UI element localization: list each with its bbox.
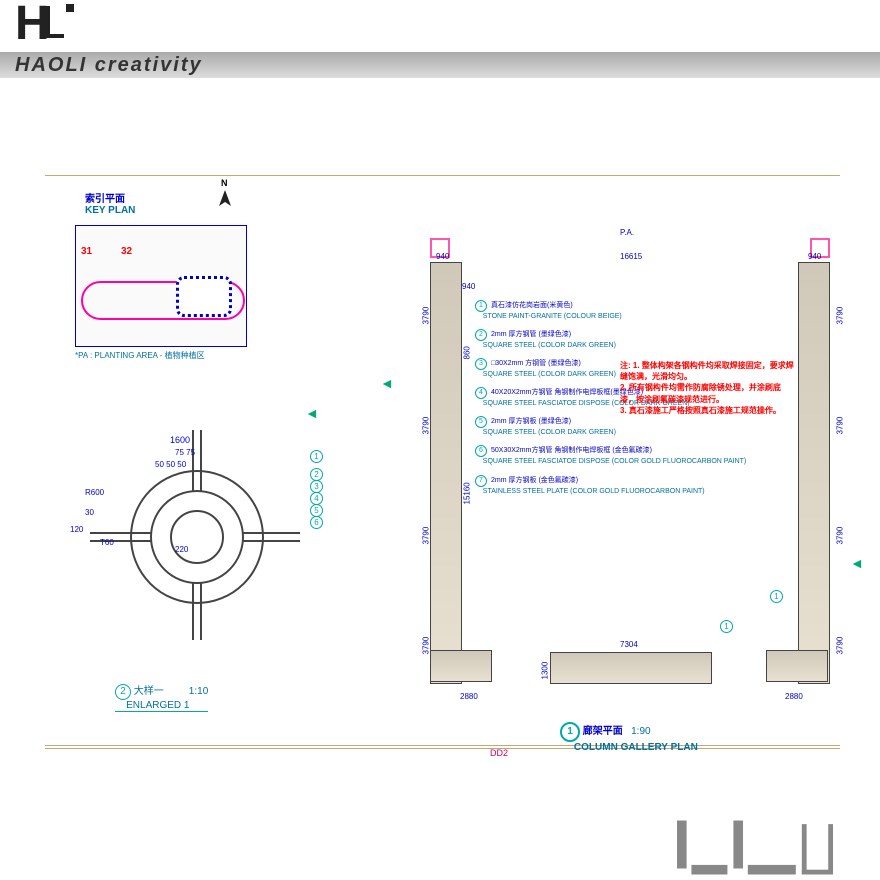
pa-label: *PA : PLANTING AREA - 植物种植区 <box>75 350 205 361</box>
dim-3790: 3790 <box>836 307 845 325</box>
keyplan-map: 31 32 <box>75 225 247 347</box>
dim-1600: 1600 <box>170 435 190 445</box>
column-gallery-plan: P.A. 940 16615 940 940 3790 860 3790 151… <box>420 220 835 720</box>
dim-16615: 16615 <box>620 252 642 261</box>
dim-15160: 15160 <box>463 482 472 504</box>
kp-focus-rect <box>176 276 232 317</box>
section-arrow-icon: ◄ <box>850 555 864 571</box>
dim-3790: 3790 <box>422 417 431 435</box>
dim-3790: 3790 <box>422 637 431 655</box>
section-arrow-icon: ◄ <box>380 375 394 391</box>
divider-bottom <box>45 745 840 746</box>
callout-3: 6 <box>310 516 323 529</box>
dim-3790: 3790 <box>422 527 431 545</box>
keyplan-title: 索引平面 KEY PLAN <box>85 190 135 216</box>
dim-50: 50 50 50 <box>155 460 186 469</box>
callout-1: 1 <box>770 590 783 603</box>
dim-3790: 3790 <box>836 417 845 435</box>
pa-text: P.A. <box>620 228 634 237</box>
callout-2: 1 <box>310 450 323 463</box>
column-left <box>430 262 460 682</box>
construction-notes: 注: 1. 整体构架各钢构件均采取焊接固定，要求焊缝饱满，光滑均匀。 2. 所有… <box>620 360 795 416</box>
dim-t60: T60 <box>100 538 114 547</box>
dim-r600: R600 <box>85 488 104 497</box>
dim-860: 860 <box>463 346 472 359</box>
divider-top <box>45 175 840 176</box>
kp-label-32: 32 <box>121 246 132 257</box>
dim-1300: 1300 <box>541 662 550 680</box>
gallery-title: 1 廊架平面 1:90 COLUMN GALLERY PLAN <box>560 722 698 753</box>
divider-bottom2 <box>45 748 840 749</box>
sheet-code: DD2 <box>490 748 508 758</box>
section-arrow-icon: ◄ <box>305 405 319 421</box>
enlarged-title: 2 大样一 1:10 ENLARGED 1 <box>115 682 208 712</box>
dim-2880: 2880 <box>460 692 478 701</box>
kp-label-31: 31 <box>81 246 92 257</box>
dim-3790: 3790 <box>836 527 845 545</box>
dim-7304: 7304 <box>620 640 638 649</box>
logo-top: H <box>15 0 74 48</box>
enlarged-detail: 1600 75 75 50 50 50 30 120 220 R600 T60 … <box>70 380 360 670</box>
dim-120: 120 <box>70 525 83 534</box>
dim-940: 940 <box>808 252 821 261</box>
dim-2880: 2880 <box>785 692 803 701</box>
dim-75: 75 75 <box>175 448 195 457</box>
callout-1: 1 <box>720 620 733 633</box>
column-right <box>798 262 828 682</box>
dim-940: 940 <box>436 252 449 261</box>
dim-940: 940 <box>462 282 475 291</box>
dim-3790: 3790 <box>836 637 845 655</box>
dim-30: 30 <box>85 508 94 517</box>
dim-3790: 3790 <box>422 307 431 325</box>
center-block <box>550 652 712 684</box>
north-arrow-icon: N <box>215 188 235 212</box>
logo-bottom <box>677 821 833 875</box>
brand-tagline: HAOLI creativity <box>15 54 203 77</box>
dim-220: 220 <box>175 545 188 554</box>
